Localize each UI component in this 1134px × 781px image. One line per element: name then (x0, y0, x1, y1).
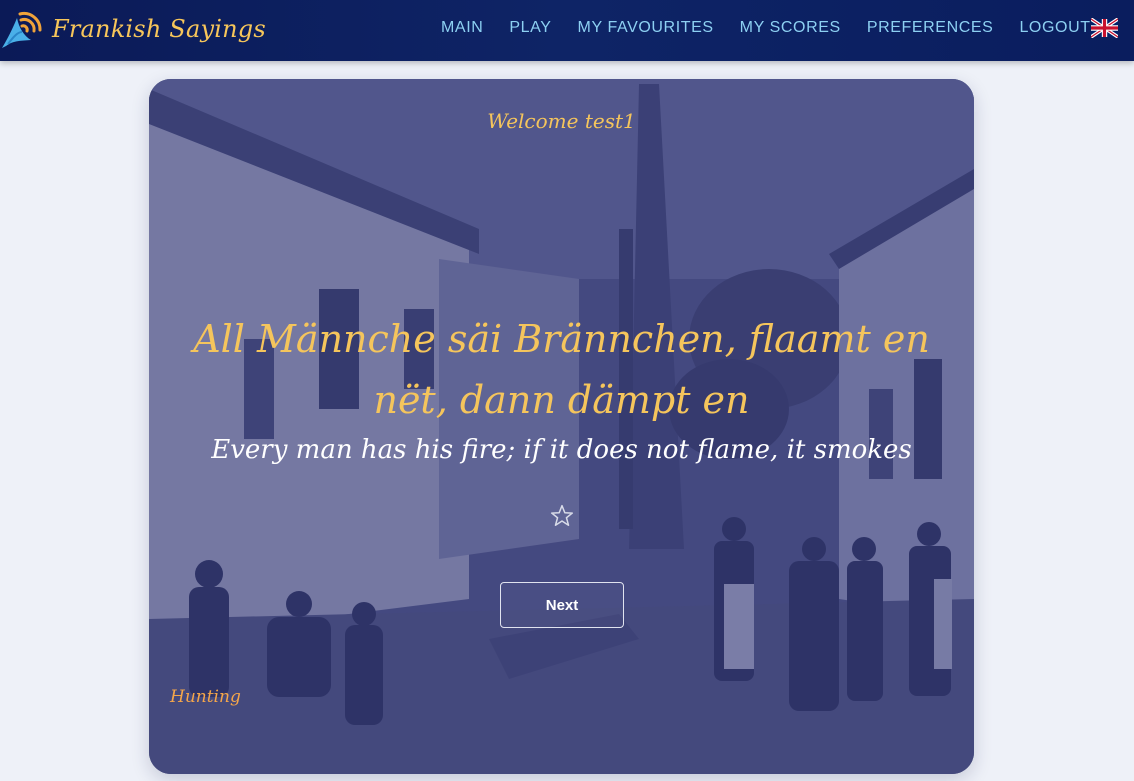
brand-link[interactable]: Frankish Sayings (0, 6, 266, 52)
saying-card: Welcome test1 All Männche säi Brännchen,… (149, 79, 974, 774)
nav-my-scores[interactable]: MY SCORES (727, 19, 854, 37)
main-nav: MAIN PLAY MY FAVOURITES MY SCORES PREFER… (428, 0, 1104, 56)
saying-translation: Every man has his fire; if it does not f… (211, 435, 912, 465)
next-button[interactable]: Next (500, 582, 624, 628)
category-label: Hunting (170, 687, 241, 707)
nav-preferences[interactable]: PREFERENCES (854, 19, 1007, 37)
saying-text: All Männche säi Brännchen, flaamt en nët… (193, 317, 930, 422)
nav-my-favourites[interactable]: MY FAVOURITES (565, 19, 727, 37)
nav-play[interactable]: PLAY (496, 19, 564, 37)
uk-flag-icon[interactable] (1090, 17, 1119, 39)
nav-logout[interactable]: LOGOUT (1006, 19, 1103, 37)
brand-title: Frankish Sayings (52, 15, 266, 43)
nav-main[interactable]: MAIN (428, 19, 496, 37)
star-outline-icon[interactable] (549, 503, 575, 529)
top-navbar: Frankish Sayings MAIN PLAY MY FAVOURITES… (0, 0, 1134, 61)
welcome-message: Welcome test1 (487, 109, 636, 133)
bird-soundwave-icon (0, 6, 46, 52)
